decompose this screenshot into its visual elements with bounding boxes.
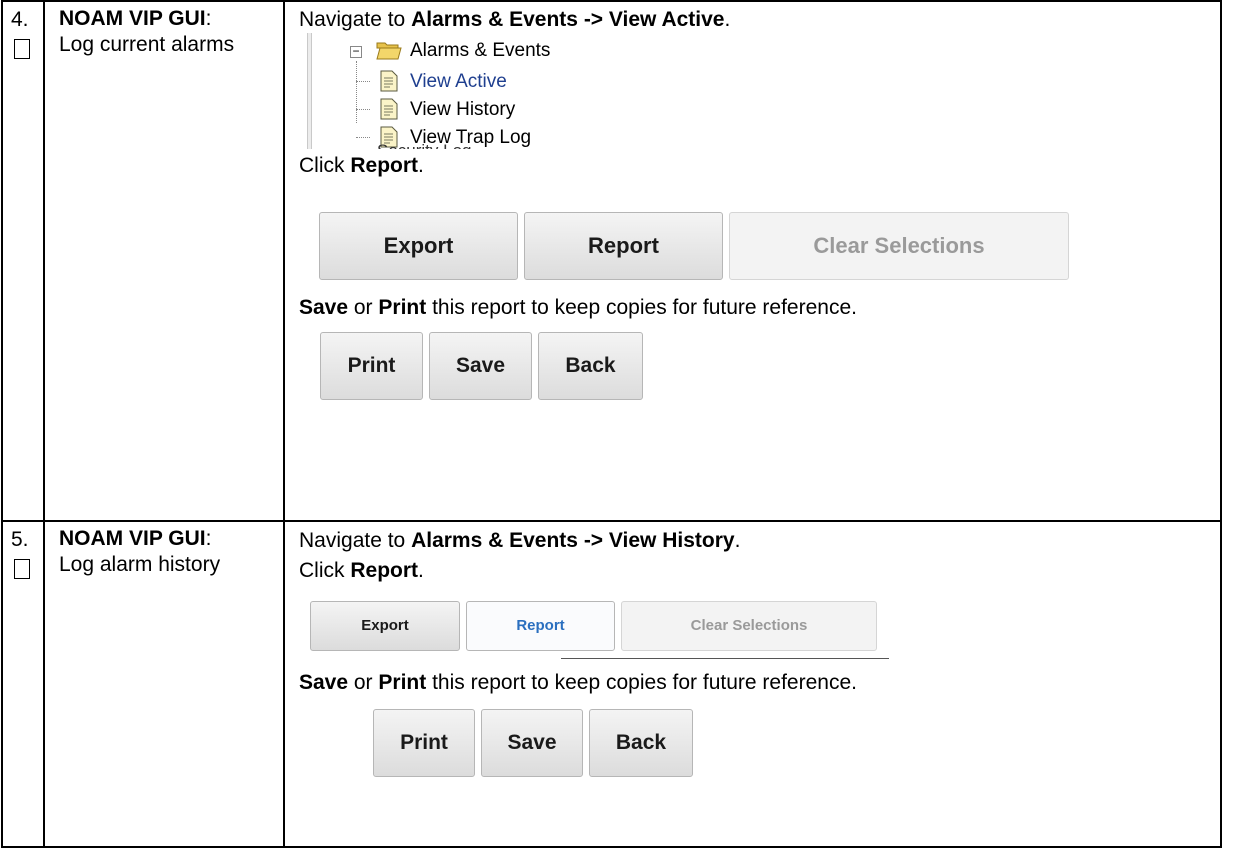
report-button-row: Export Report Clear Selections [285, 179, 1220, 280]
tree-collapse-icon[interactable]: − [350, 45, 362, 58]
print-button-row: Print Save Back [285, 321, 1220, 421]
nav-path: Alarms & Events -> View Active [411, 8, 725, 31]
step-checkbox[interactable] [14, 559, 30, 579]
step-description: NOAM VIP GUI: Log current alarms [59, 7, 235, 56]
step-subtitle: Log current alarms [59, 33, 235, 56]
print-button[interactable]: Print [373, 709, 475, 777]
back-button[interactable]: Back [538, 332, 643, 400]
print-button-row: Print Save Back [285, 696, 1220, 796]
step-instructions-cell: Navigate to Alarms & Events -> View Acti… [283, 0, 1222, 522]
export-button[interactable]: Export [319, 212, 518, 280]
step-row-5: 5. NOAM VIP GUI: Log alarm history Navig… [1, 520, 1222, 848]
step-number-cell: 4. [1, 0, 45, 522]
nav-path: Alarms & Events -> View History [411, 529, 735, 552]
clear-selections-button[interactable]: Clear Selections [621, 601, 877, 651]
save-button[interactable]: Save [481, 709, 583, 777]
tree-item-view-history[interactable]: View History [410, 99, 515, 121]
page-icon [380, 70, 398, 92]
nav-instruction: Navigate to Alarms & Events -> View Acti… [299, 8, 731, 31]
save-button[interactable]: Save [429, 332, 532, 400]
step-row-4: 4. NOAM VIP GUI: Log current alarms Navi… [1, 0, 1222, 522]
tree-panel-edge [307, 33, 312, 149]
save-instruction: Save or Print this report to keep copies… [299, 671, 857, 694]
tree-item-cut-off: Security Log [377, 141, 472, 149]
step-title: NOAM VIP GUI [59, 527, 206, 550]
report-button[interactable]: Report [466, 601, 615, 651]
nav-instruction: Navigate to Alarms & Events -> View Hist… [299, 529, 741, 552]
divider-line [561, 658, 889, 659]
step-description-cell: NOAM VIP GUI: Log alarm history [43, 520, 285, 848]
step-title: NOAM VIP GUI [59, 7, 206, 30]
step-checkbox[interactable] [14, 39, 30, 59]
step-subtitle: Log alarm history [59, 553, 221, 576]
clear-selections-button[interactable]: Clear Selections [729, 212, 1069, 280]
tree-item-view-active[interactable]: View Active [410, 71, 507, 93]
step-number: 5. [11, 528, 29, 551]
step-description: NOAM VIP GUI: Log alarm history [59, 527, 221, 576]
page-icon [380, 98, 398, 120]
report-button[interactable]: Report [524, 212, 723, 280]
click-instruction: Click Report. [299, 559, 424, 582]
click-instruction: Click Report. [299, 154, 424, 177]
save-instruction: Save or Print this report to keep copies… [299, 296, 857, 319]
step-number: 4. [11, 8, 29, 31]
report-button-row: Export Report Clear Selections [285, 584, 1220, 670]
step-number-cell: 5. [1, 520, 45, 848]
back-button[interactable]: Back [589, 709, 693, 777]
menu-tree: − Alarms & Events View Active View Histo… [299, 33, 719, 149]
print-button[interactable]: Print [320, 332, 423, 400]
procedure-table: 4. NOAM VIP GUI: Log current alarms Navi… [1, 0, 1222, 848]
step-description-cell: NOAM VIP GUI: Log current alarms [43, 0, 285, 522]
folder-open-icon [376, 42, 402, 60]
tree-folder-label[interactable]: Alarms & Events [410, 40, 550, 62]
export-button[interactable]: Export [310, 601, 460, 651]
step-instructions-cell: Navigate to Alarms & Events -> View Hist… [283, 520, 1222, 848]
